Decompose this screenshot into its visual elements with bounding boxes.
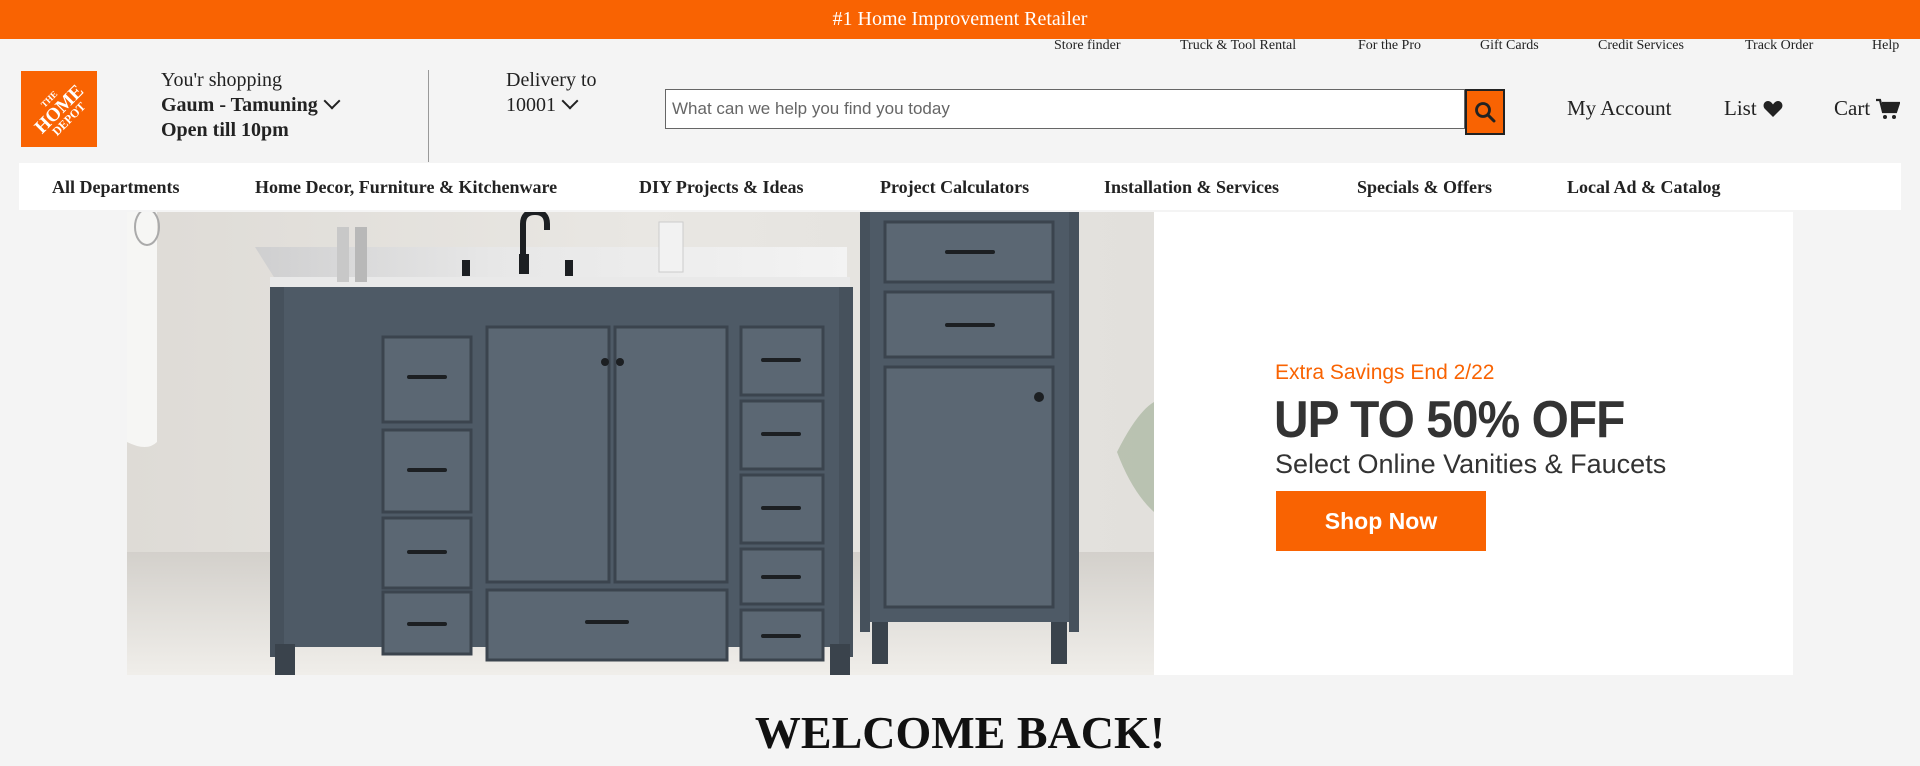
delivery-label: Delivery to xyxy=(506,69,597,91)
promo-text: #1 Home Improvement Retailer xyxy=(832,8,1088,30)
nav-item-home-decor[interactable]: Home Decor, Furniture & Kitchenware xyxy=(255,177,557,198)
store-name: Gaum - Tamuning xyxy=(161,94,318,116)
chevron-down-icon[interactable] xyxy=(323,92,341,110)
utility-link-truck-rental[interactable]: Truck & Tool Rental xyxy=(1180,38,1296,54)
store-hours: Open till 10pm xyxy=(161,119,289,141)
cart-link[interactable]: Cart xyxy=(1834,96,1901,121)
welcome-heading: WELCOME BACK! xyxy=(754,707,1166,758)
store-selector[interactable]: You'r shopping Gaum - Tamuning Open till… xyxy=(161,68,341,143)
delivery-zip: 10001 xyxy=(506,94,556,116)
store-name-row[interactable]: Gaum - Tamuning xyxy=(161,92,341,118)
utility-link-for-pro[interactable]: For the Pro xyxy=(1358,38,1421,54)
hero-subhead: Select Online Vanities & Faucets xyxy=(1275,449,1667,479)
utility-link-store-finder[interactable]: Store finder xyxy=(1054,38,1120,54)
hero-promo-panel: Extra Savings End 2/22 UP TO 50% OFF Sel… xyxy=(1154,212,1793,675)
nav-item-specials-offers[interactable]: Specials & Offers xyxy=(1357,177,1492,198)
search-button[interactable] xyxy=(1465,89,1505,135)
list-label: List xyxy=(1724,96,1757,120)
shop-now-button[interactable]: Shop Now xyxy=(1276,491,1486,551)
utility-link-help[interactable]: Help xyxy=(1872,38,1899,54)
nav-item-project-calculators[interactable]: Project Calculators xyxy=(880,177,1029,198)
cart-label: Cart xyxy=(1834,96,1871,120)
nav-item-local-ad-catalog[interactable]: Local Ad & Catalog xyxy=(1567,177,1721,198)
main-navigation: All Departments Home Decor, Furniture & … xyxy=(19,163,1901,210)
bathroom-vanity-illustration xyxy=(127,212,1154,675)
hero-banner[interactable]: Extra Savings End 2/22 UP TO 50% OFF Sel… xyxy=(127,212,1793,675)
header-divider xyxy=(428,70,429,162)
delivery-selector[interactable]: Delivery to 10001 xyxy=(506,68,597,118)
utility-link-credit-services[interactable]: Credit Services xyxy=(1598,38,1684,54)
search-input[interactable] xyxy=(665,89,1465,129)
utility-link-track-order[interactable]: Track Order xyxy=(1745,38,1813,54)
list-link[interactable]: List xyxy=(1724,96,1783,121)
search-bar xyxy=(665,89,1506,135)
hero-headline: UP TO 50% OFF xyxy=(1274,391,1625,449)
vanity-product-image[interactable] xyxy=(127,212,1154,675)
nav-item-all-departments[interactable]: All Departments xyxy=(52,177,179,198)
hero-eyebrow: Extra Savings End 2/22 xyxy=(1275,361,1495,384)
chevron-down-icon[interactable] xyxy=(561,92,579,110)
home-depot-logo[interactable]: THE HOME DEPOT xyxy=(21,71,97,147)
nav-item-diy-projects[interactable]: DIY Projects & Ideas xyxy=(639,177,803,198)
promo-banner[interactable]: #1 Home Improvement Retailer xyxy=(0,0,1920,39)
heart-icon xyxy=(1763,100,1783,117)
logo-mark: THE HOME DEPOT xyxy=(21,71,97,147)
store-label: You'r shopping xyxy=(161,69,283,91)
cart-icon xyxy=(1876,98,1901,119)
delivery-zip-row[interactable]: 10001 xyxy=(506,92,597,118)
my-account-link[interactable]: My Account xyxy=(1567,96,1671,121)
search-icon xyxy=(1475,102,1496,123)
utility-link-gift-cards[interactable]: Gift Cards xyxy=(1480,38,1539,54)
nav-item-installation-services[interactable]: Installation & Services xyxy=(1104,177,1279,198)
